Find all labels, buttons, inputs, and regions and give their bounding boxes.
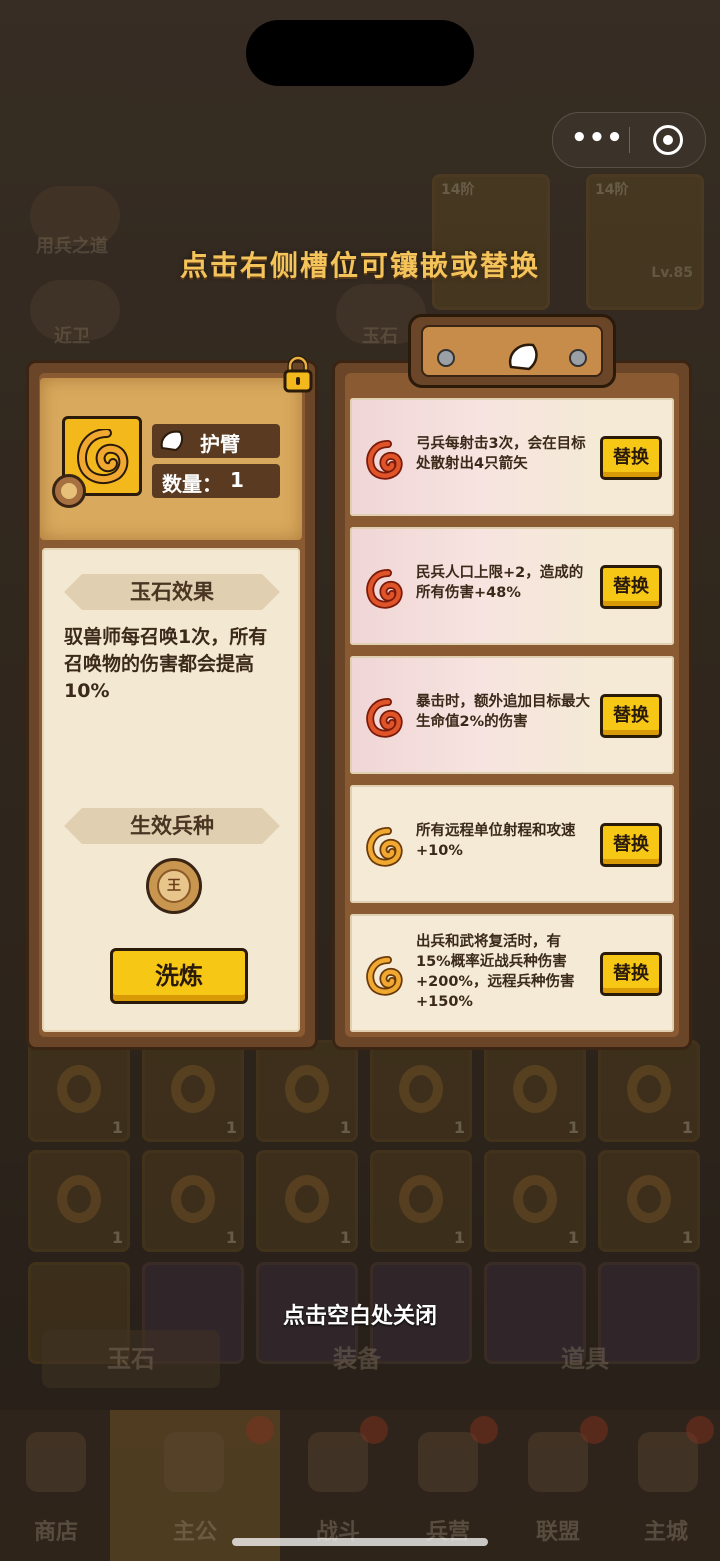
- effect-header: 玉石效果: [64, 574, 280, 610]
- slot-type-plaque: [408, 314, 616, 388]
- option-description: 民兵人口上限+2，造成的所有伤害+48%: [416, 565, 584, 601]
- bracer-icon: [508, 343, 538, 371]
- option-description: 出兵和武将复活时，有15%概率近战兵种伤害+200%，远程兵种伤害+150%: [416, 934, 575, 1010]
- gold-gem-icon: [366, 956, 403, 996]
- tiger-badge-icon: [52, 474, 86, 508]
- mini-program-capsule: •••: [552, 112, 706, 168]
- bolt-icon: [569, 349, 587, 367]
- beast-tamer-unit-icon[interactable]: [146, 858, 202, 914]
- swap-button[interactable]: 替换: [600, 436, 662, 480]
- gem-option[interactable]: 弓兵每射击3次，会在目标处散射出4只箭矢 替换: [350, 398, 674, 516]
- quantity-label: 数量：: [162, 472, 222, 496]
- swap-button[interactable]: 替换: [600, 952, 662, 996]
- gem-option[interactable]: 所有远程单位射程和攻速+10% 替换: [350, 785, 674, 903]
- more-icon[interactable]: •••: [571, 125, 623, 155]
- gem-option[interactable]: 出兵和武将复活时，有15%概率近战兵种伤害+200%，远程兵种伤害+150% 替…: [350, 914, 674, 1032]
- quantity-bar: 数量： 1: [152, 464, 280, 498]
- red-gem-icon: [366, 440, 403, 480]
- close-target-icon[interactable]: [653, 125, 683, 155]
- bracer-icon: [160, 430, 184, 452]
- lock-icon[interactable]: [278, 354, 318, 394]
- option-description: 所有远程单位射程和攻速+10%: [416, 823, 576, 859]
- swap-button[interactable]: 替换: [600, 694, 662, 738]
- gem-option[interactable]: 民兵人口上限+2，造成的所有伤害+48% 替换: [350, 527, 674, 645]
- hint-title: 点击右侧槽位可镶嵌或替换: [179, 249, 540, 282]
- gold-gem-icon: [77, 429, 129, 485]
- camera-notch: [246, 20, 474, 86]
- refine-button[interactable]: 洗炼: [110, 948, 248, 1004]
- swap-button[interactable]: 替换: [600, 565, 662, 609]
- home-indicator[interactable]: [232, 1538, 488, 1546]
- option-description: 弓兵每射击3次，会在目标处散射出4只箭矢: [416, 436, 586, 472]
- swap-button[interactable]: 替换: [600, 823, 662, 867]
- slot-name-bar: 护臂: [152, 424, 280, 458]
- quantity-value: 1: [230, 468, 244, 492]
- gem-option[interactable]: 暴击时，额外追加目标最大生命值2%的伤害 替换: [350, 656, 674, 774]
- bolt-icon: [437, 349, 455, 367]
- close-hint: 点击空白处关闭: [282, 1304, 437, 1329]
- unit-header: 生效兵种: [64, 808, 280, 844]
- effect-text: 驭兽师每召唤1次，所有召唤物的伤害都会提高10%: [64, 626, 268, 702]
- red-gem-icon: [366, 569, 403, 609]
- red-gem-icon: [366, 698, 403, 738]
- gold-gem-icon: [366, 827, 403, 867]
- option-description: 暴击时，额外追加目标最大生命值2%的伤害: [416, 694, 590, 730]
- capsule-divider: [629, 127, 630, 153]
- slot-name: 护臂: [200, 432, 240, 456]
